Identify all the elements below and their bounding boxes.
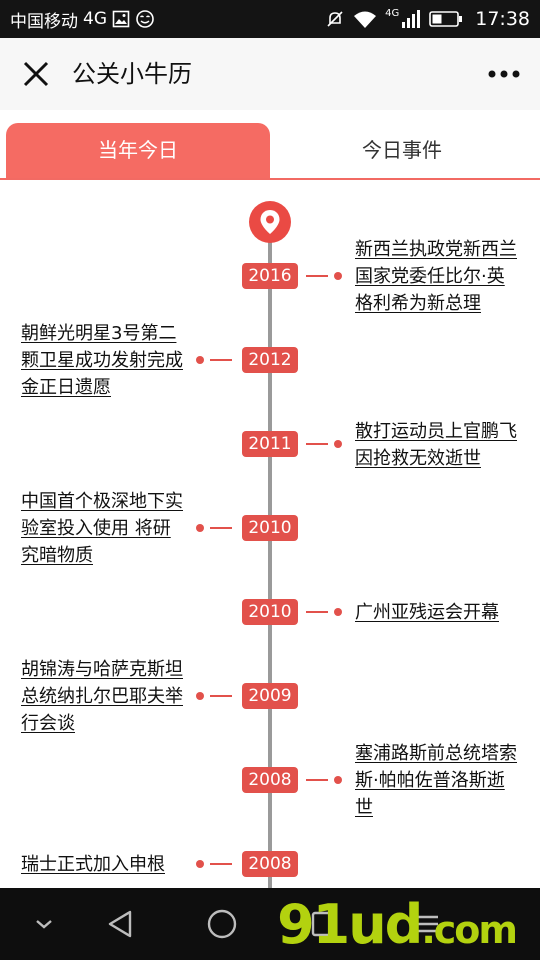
timeline-event-link[interactable]: 中国首个极深地下实验室投入使用 将研究暗物质 (21, 488, 185, 569)
home-button[interactable] (198, 900, 246, 948)
battery-icon (429, 10, 463, 28)
collapse-button[interactable] (20, 900, 68, 948)
back-icon (108, 910, 132, 938)
timeline-year-badge: 2011 (242, 431, 298, 457)
timeline-year-badge: 2008 (242, 767, 298, 793)
timeline-year-badge: 2010 (242, 599, 298, 625)
site-watermark: 91ud.com (277, 892, 518, 958)
timeline-event-link[interactable]: 塞浦路斯前总统塔索斯·帕帕佐普洛斯逝世 (355, 740, 519, 821)
face-icon (135, 9, 155, 29)
image-icon (112, 10, 130, 28)
location-pin-icon (260, 210, 280, 234)
timeline-connector (306, 272, 344, 280)
timeline-year-badge: 2016 (242, 263, 298, 289)
network-type: 4G (83, 9, 107, 29)
tab-todays-events[interactable]: 今日事件 (270, 123, 534, 178)
home-icon (207, 909, 237, 939)
timeline-year-badge: 2009 (242, 683, 298, 709)
watermark-text: 91ud (277, 893, 423, 956)
timeline-connector (196, 860, 234, 868)
collapse-icon (36, 920, 52, 929)
more-button[interactable] (482, 52, 526, 96)
status-bar-left: 中国移动 4G (10, 0, 155, 38)
mute-icon (325, 9, 345, 29)
watermark-suffix: .com (421, 908, 518, 952)
system-nav-bar: 91ud.com (0, 888, 540, 960)
timeline-event-link[interactable]: 瑞士正式加入申根 (21, 851, 185, 878)
timeline-event-link[interactable]: 广州亚残运会开幕 (355, 599, 519, 626)
timeline-connector (196, 356, 234, 364)
close-icon (23, 61, 49, 87)
title-bar: 公关小牛历 (0, 38, 540, 110)
timeline-event-link[interactable]: 新西兰执政党新西兰国家党委任比尔·英格利希为新总理 (355, 236, 519, 317)
clock: 17:38 (475, 8, 530, 30)
timeline-event-link[interactable]: 朝鲜光明星3号第二颗卫星成功发射完成金正日遗愿 (21, 320, 185, 401)
timeline-year-badge: 2010 (242, 515, 298, 541)
wifi-icon (353, 9, 377, 29)
timeline-connector (196, 524, 234, 532)
back-button[interactable] (96, 900, 144, 948)
timeline-connector (306, 440, 344, 448)
status-bar: 中国移动 4G 4G 17:38 (0, 0, 540, 38)
signal-network-type: 4G (385, 7, 400, 19)
signal-icon (401, 9, 421, 29)
timeline[interactable]: 2016 新西兰执政党新西兰国家党委任比尔·英格利希为新总理 2012 朝鲜光明… (0, 180, 540, 888)
more-icon (488, 70, 520, 78)
timeline-connector (306, 776, 344, 784)
tab-this-day-in-history[interactable]: 当年今日 (6, 123, 270, 178)
carrier-name: 中国移动 (10, 11, 78, 32)
tab-bar: 当年今日 今日事件 (0, 110, 540, 180)
close-button[interactable] (14, 52, 58, 96)
timeline-connector (306, 608, 344, 616)
timeline-pin (249, 201, 291, 243)
status-bar-right: 4G 17:38 (325, 0, 530, 38)
page-title: 公关小牛历 (72, 60, 192, 88)
timeline-event-link[interactable]: 散打运动员上官鹏飞因抢救无效逝世 (355, 418, 519, 472)
timeline-year-badge: 2008 (242, 851, 298, 877)
timeline-year-badge: 2012 (242, 347, 298, 373)
timeline-connector (196, 692, 234, 700)
timeline-event-link[interactable]: 胡锦涛与哈萨克斯坦总统纳扎尔巴耶夫举行会谈 (21, 656, 185, 737)
